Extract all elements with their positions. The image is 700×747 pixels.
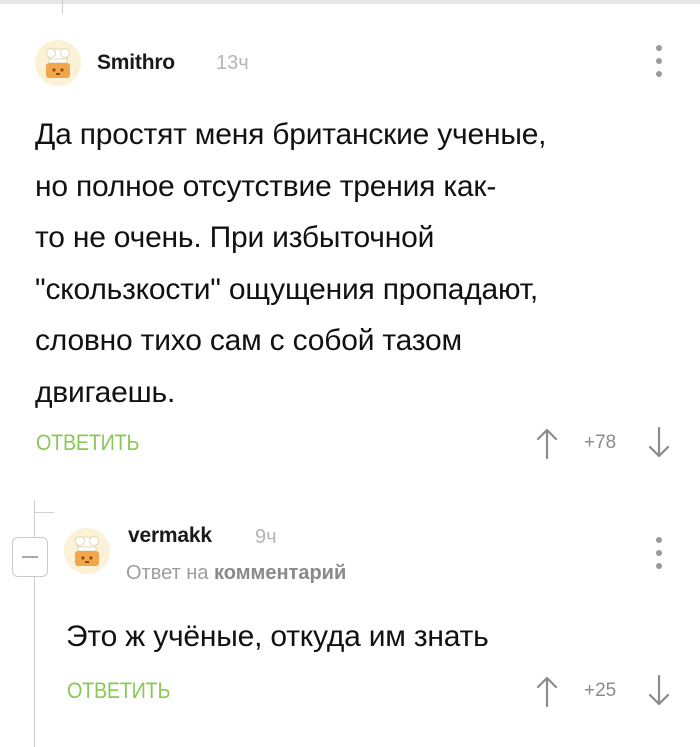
arrow-down-icon[interactable] [648, 675, 670, 707]
comment-1: Smithro 13ч Да простят меня британские у… [0, 0, 700, 480]
arrow-down-icon[interactable] [648, 427, 670, 459]
more-vertical-icon[interactable] [654, 45, 664, 77]
avatar[interactable] [64, 528, 110, 574]
comment-text: Это ж учёные, откуда им знать [66, 620, 489, 653]
more-vertical-icon[interactable] [654, 537, 664, 569]
chef-avatar-icon [46, 48, 70, 78]
comment-time: 13ч [216, 52, 249, 74]
rating-score: +25 [584, 680, 617, 701]
arrow-up-icon[interactable] [536, 427, 558, 459]
reply-to-link[interactable]: комментарий [214, 562, 346, 584]
reply-to-line: Ответ на комментарий [126, 562, 346, 585]
comment-time: 9ч [255, 526, 277, 548]
chef-avatar-icon [75, 536, 99, 566]
author-name[interactable]: vermakk [128, 524, 212, 548]
reply-button[interactable]: ОТВЕТИТЬ [67, 678, 170, 704]
author-name[interactable]: Smithro [97, 51, 175, 75]
avatar[interactable] [35, 40, 81, 86]
comment-text: Да простят меня британские ученые, но по… [35, 118, 547, 409]
comment-2: vermakk 9ч Ответ на комментарий Это ж уч… [0, 500, 700, 747]
rating-score: +78 [584, 432, 617, 453]
reply-button[interactable]: ОТВЕТИТЬ [36, 430, 139, 456]
arrow-up-icon[interactable] [536, 675, 558, 707]
reply-to-prefix: Ответ на [126, 562, 209, 584]
